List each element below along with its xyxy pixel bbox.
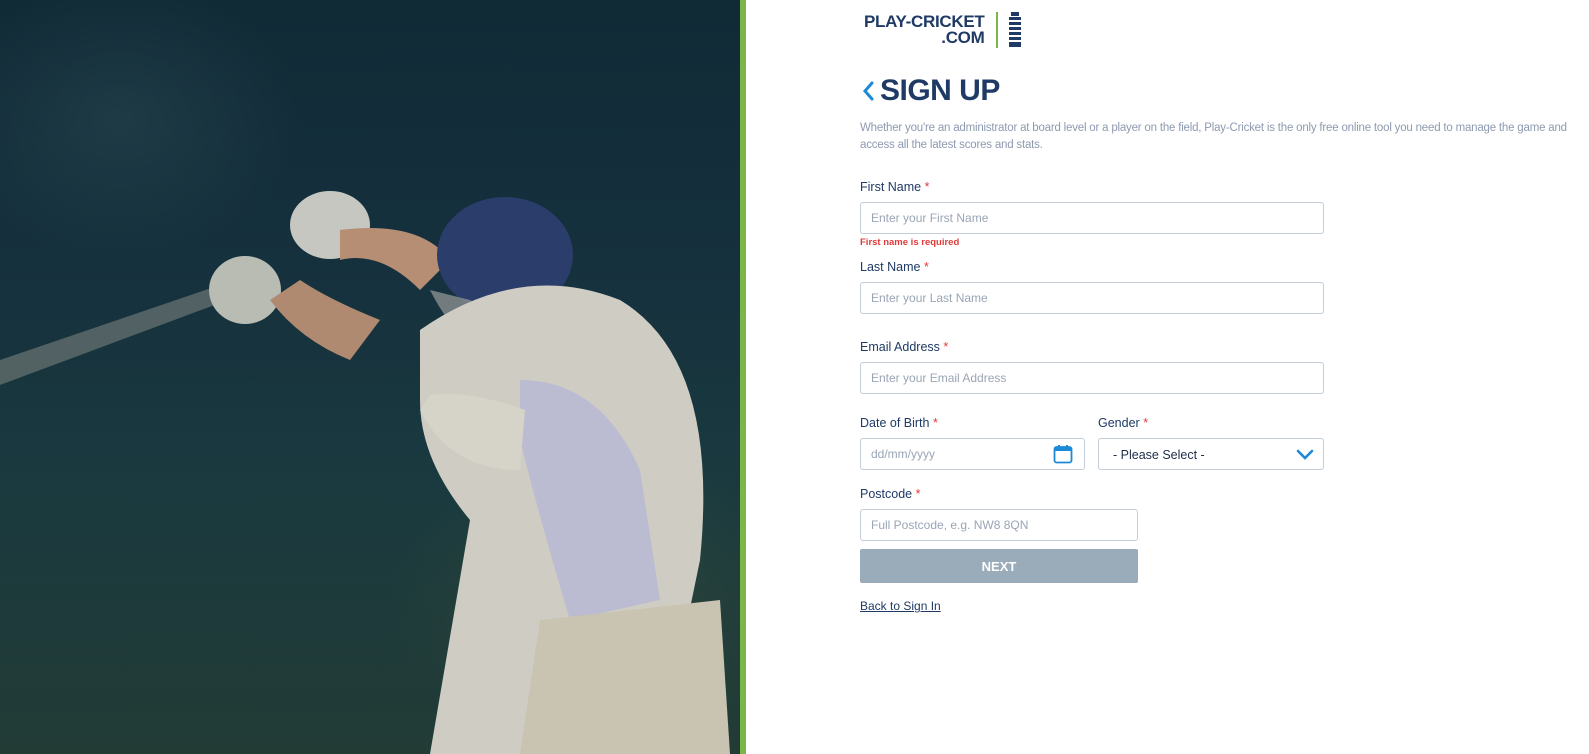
page-title: SIGN UP [880, 74, 1000, 107]
email-label: Email Address * [860, 340, 948, 354]
first-name-label: First Name * [860, 180, 929, 194]
last-name-input[interactable] [860, 282, 1324, 314]
title-row: SIGN UP [860, 74, 1000, 108]
dob-field-wrapper [860, 438, 1085, 470]
required-marker: * [943, 340, 949, 354]
first-name-input[interactable] [860, 202, 1324, 234]
play-cricket-logo[interactable]: PLAY-CRICKET .COM [864, 12, 1022, 48]
required-marker: * [915, 487, 921, 501]
last-name-label-text: Last Name [860, 260, 921, 274]
intro-text: Whether you're an administrator at board… [860, 122, 1567, 151]
gender-selected-value: - Please Select - [1113, 448, 1205, 462]
email-input[interactable] [860, 362, 1324, 394]
ecb-crest-icon [1009, 12, 1022, 47]
required-marker: * [924, 180, 930, 194]
calendar-icon[interactable] [1053, 444, 1073, 464]
dob-input[interactable] [860, 438, 1085, 470]
postcode-label: Postcode * [860, 487, 920, 501]
last-name-label: Last Name * [860, 260, 929, 274]
logo-line-2: .COM [941, 28, 985, 47]
hero-divider [740, 0, 746, 754]
first-name-error: First name is required [860, 237, 960, 248]
next-button[interactable]: NEXT [860, 549, 1138, 583]
logo-wordmark: PLAY-CRICKET .COM [864, 13, 985, 47]
required-marker: * [1143, 416, 1149, 430]
gender-label-text: Gender [1098, 416, 1140, 430]
first-name-label-text: First Name [860, 180, 922, 194]
postcode-label-text: Postcode [860, 487, 913, 501]
email-label-text: Email Address [860, 340, 940, 354]
logo-divider [996, 12, 999, 48]
dob-label: Date of Birth * [860, 416, 938, 430]
hero-image [0, 0, 740, 754]
dob-label-text: Date of Birth [860, 416, 930, 430]
gender-select[interactable]: - Please Select - [1098, 438, 1324, 470]
required-marker: * [932, 416, 938, 430]
gender-label: Gender * [1098, 416, 1148, 430]
required-marker: * [923, 260, 929, 274]
chevron-down-icon [1296, 449, 1314, 460]
cricketer-illustration [0, 191, 730, 754]
postcode-input[interactable] [860, 509, 1138, 541]
back-to-sign-in-link[interactable]: Back to Sign In [860, 599, 941, 613]
chevron-left-icon[interactable] [860, 77, 876, 105]
